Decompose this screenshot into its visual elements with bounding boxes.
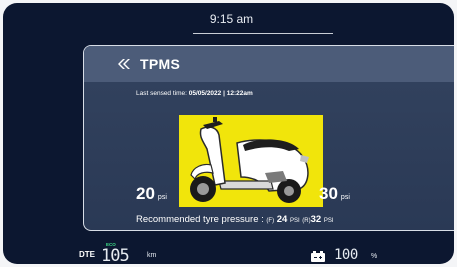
last-sensed-label: Last sensed time:: [136, 90, 189, 97]
dte-label: DTE: [79, 250, 95, 259]
dte-unit: km: [147, 252, 157, 259]
last-sensed-time: Last sensed time: 05/05/2022 | 12:22am: [136, 90, 253, 97]
tpms-panel: TPMS Last sensed time: 05/05/2022 | 12:2…: [83, 45, 454, 231]
last-sensed-value: 05/05/2022 | 12:22am: [188, 90, 253, 97]
front-tyre-pressure: 20 psi: [136, 184, 167, 204]
clock-time: 9:15 am: [209, 12, 254, 26]
bottom-bar: DTE ECO 105 km 100 %: [3, 235, 454, 264]
scooter-icon: [190, 117, 309, 203]
status-divider: [193, 33, 333, 34]
battery-value: 100: [334, 247, 358, 263]
rear-pressure-value: 30: [319, 184, 338, 203]
status-bar: 9:15 am: [3, 3, 454, 35]
dte-value: 105: [101, 246, 130, 264]
front-rec-unit: PSI: [289, 218, 300, 224]
battery-unit: %: [371, 253, 378, 260]
front-tag: (F): [266, 218, 275, 224]
recommended-label: Recommended tyre pressure :: [136, 214, 267, 225]
panel-header: TPMS: [84, 46, 454, 82]
front-recommended-value: 24: [276, 214, 288, 225]
rear-rec-unit: PSI: [323, 218, 334, 224]
front-pressure-unit: psi: [157, 194, 167, 201]
battery-icon: [311, 249, 325, 262]
rear-recommended-value: 32: [310, 214, 322, 225]
scooter-image: [179, 115, 323, 207]
double-chevron-left-icon[interactable]: [116, 57, 134, 71]
dashboard-screen: 9:15 am TPMS Last sensed time: 05/05/202…: [3, 3, 454, 264]
rear-tyre-pressure: 30 psi: [319, 184, 350, 204]
rear-tag: (R): [302, 218, 311, 224]
recommended-pressure: Recommended tyre pressure : (F) 24 PSI (…: [136, 214, 334, 225]
rear-pressure-unit: psi: [340, 194, 350, 201]
front-pressure-value: 20: [136, 184, 155, 203]
page-title: TPMS: [140, 56, 181, 72]
